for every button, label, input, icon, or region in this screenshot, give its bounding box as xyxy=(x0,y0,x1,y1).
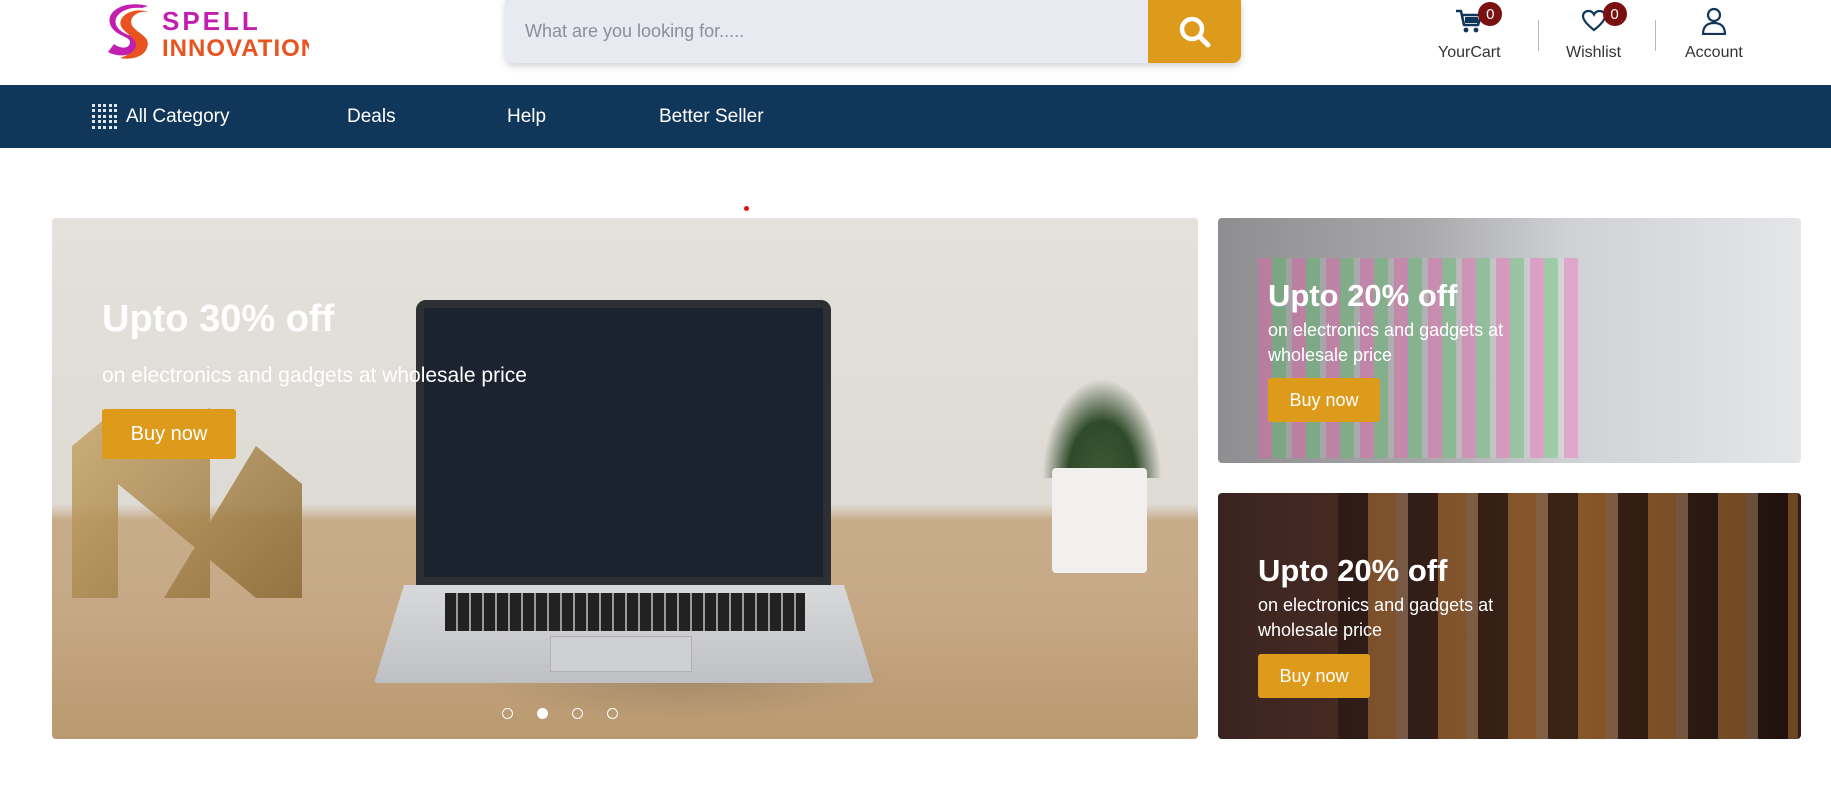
cart-label: YourCart xyxy=(1438,44,1501,61)
cart-button[interactable]: 0 YourCart xyxy=(1438,2,1503,62)
plant-pot-image xyxy=(1052,468,1147,573)
nav-deals-label: Deals xyxy=(347,105,396,127)
account-label: Account xyxy=(1685,44,1743,61)
grid-icon xyxy=(92,103,118,130)
search-bar xyxy=(505,0,1241,63)
user-icon xyxy=(1699,6,1729,36)
nav-better-seller-label: Better Seller xyxy=(659,105,764,127)
promo-banner-bottles: Upto 20% off on electronics and gadgets … xyxy=(1218,493,1801,739)
carousel-dot[interactable] xyxy=(502,708,513,719)
logo-text-top: SPELL xyxy=(162,6,261,36)
promo-1-buy-now-button[interactable]: Buy now xyxy=(1268,378,1380,422)
hero-title: Upto 30% off xyxy=(102,298,335,340)
carousel-dots xyxy=(502,708,618,719)
header-divider xyxy=(1538,20,1539,51)
promo-2-subtitle: on electronics and gadgets at wholesale … xyxy=(1258,595,1494,640)
hero-subtitle: on electronics and gadgets at wholesale … xyxy=(102,364,527,387)
wishlist-button[interactable]: 0 Wishlist xyxy=(1566,2,1627,62)
main-nav: All Category Deals Help Better Seller xyxy=(0,85,1831,148)
nav-help[interactable]: Help xyxy=(507,85,546,148)
carousel-dot[interactable] xyxy=(537,708,548,719)
promo-1-title: Upto 20% off xyxy=(1268,278,1458,313)
carousel-dot[interactable] xyxy=(572,708,583,719)
header-divider xyxy=(1655,20,1656,51)
hero-buy-now-button[interactable]: Buy now xyxy=(102,409,236,459)
account-button[interactable]: Account xyxy=(1685,6,1743,62)
search-input[interactable] xyxy=(505,0,1148,63)
promo-2-title: Upto 20% off xyxy=(1258,553,1448,588)
nav-all-category[interactable]: All Category xyxy=(92,85,230,148)
promo-1-subtitle: on electronics and gadgets at wholesale … xyxy=(1268,320,1504,365)
search-button[interactable] xyxy=(1148,0,1241,63)
nav-deals[interactable]: Deals xyxy=(347,85,396,148)
search-icon xyxy=(1179,16,1210,47)
promo-banner-stationery: Upto 20% off on electronics and gadgets … xyxy=(1218,218,1801,463)
cart-count-badge: 0 xyxy=(1478,2,1503,26)
logo-text-bottom: INNOVATION xyxy=(162,35,309,62)
promo-2-buy-now-button[interactable]: Buy now xyxy=(1258,654,1370,698)
nav-all-category-label: All Category xyxy=(126,105,230,127)
laptop-image xyxy=(416,300,831,585)
trackpad-image xyxy=(550,636,692,672)
site-logo[interactable]: SPELL INNOVATION xyxy=(104,2,318,62)
cart-icon: 0 xyxy=(1454,2,1503,36)
loading-dot xyxy=(744,206,749,211)
nav-help-label: Help xyxy=(507,105,547,127)
wishlist-count-badge: 0 xyxy=(1602,2,1627,26)
hero-banner: Upto 30% off on electronics and gadgets … xyxy=(52,218,1198,739)
keyboard-image xyxy=(445,593,805,631)
carousel-dot[interactable] xyxy=(607,708,618,719)
wishlist-label: Wishlist xyxy=(1566,44,1622,61)
header: SPELL INNOVATION 0 YourCart xyxy=(0,0,1831,85)
nav-better-seller[interactable]: Better Seller xyxy=(659,85,764,148)
plant-image xyxy=(1042,378,1162,478)
heart-icon: 0 xyxy=(1579,2,1627,36)
